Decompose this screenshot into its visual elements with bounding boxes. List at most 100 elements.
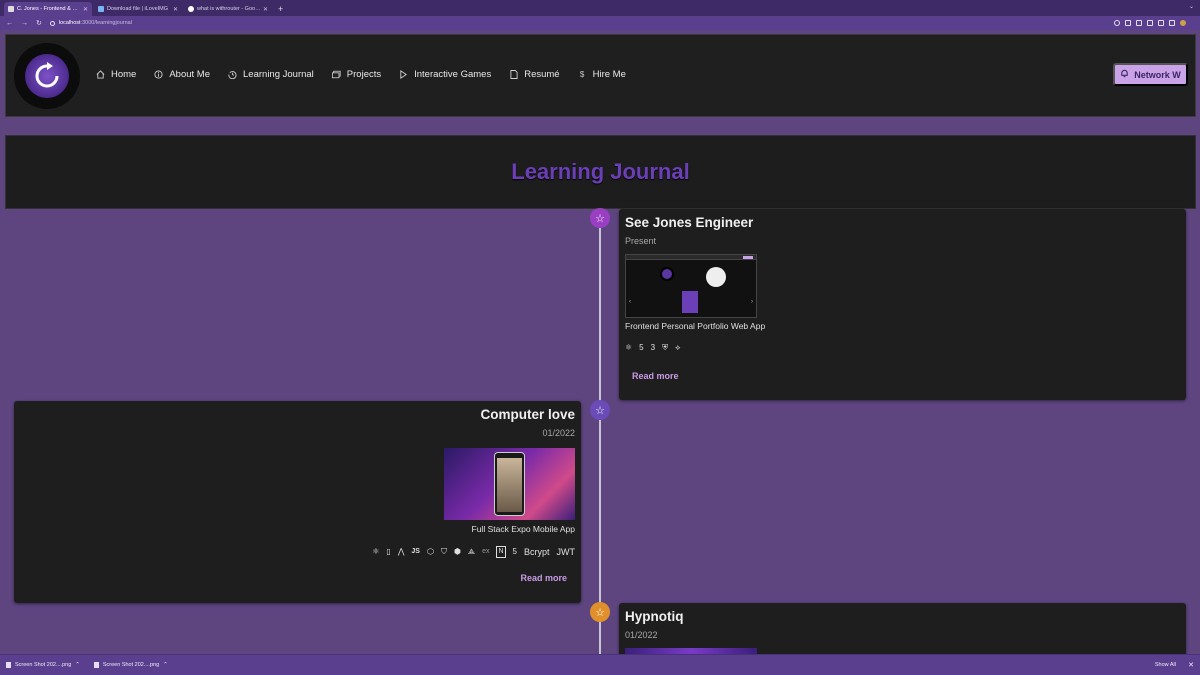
nav-label: Home xyxy=(111,69,137,80)
nav-projects[interactable]: Projects xyxy=(331,69,382,80)
card-title: See Jones Engineer xyxy=(625,215,754,230)
nav-hire-me[interactable]: $ Hire Me xyxy=(578,69,626,80)
timeline-dot-star-icon: ☆ xyxy=(590,400,610,420)
card-header: See Jones Engineer Present xyxy=(625,215,753,246)
network-button-label: Network W xyxy=(1134,69,1181,80)
close-icon[interactable]: ✕ xyxy=(263,6,268,13)
read-more-button[interactable]: Read more xyxy=(520,573,567,583)
download-filename: Screen Shot 202....png xyxy=(15,662,72,668)
tab-title: what is withrouter - Google Se... xyxy=(197,6,261,12)
nav-learning-journal[interactable]: Learning Journal xyxy=(228,69,314,80)
zoom-icon[interactable] xyxy=(1114,20,1120,26)
chevron-up-icon[interactable]: ⌃ xyxy=(163,662,168,668)
browser-tab-bar: C. Jones - Frontend & Fullstack ✕ Downlo… xyxy=(0,0,1200,16)
tech-bcrypt: Bcrypt xyxy=(523,547,550,557)
network-button[interactable]: Network W xyxy=(1113,63,1188,86)
card-description: Frontend Personal Portfolio Web App xyxy=(625,321,766,331)
timeline-card: Computer love 01/2022 Full Stack Expo Mo… xyxy=(14,401,581,603)
file-icon xyxy=(6,662,11,668)
nav-label: Projects xyxy=(346,69,382,80)
expo-icon: ⋀ xyxy=(397,547,405,556)
card-header: Hypnotiq 01/2022 xyxy=(625,609,684,640)
timeline-line xyxy=(599,209,601,654)
timeline-card: See Jones Engineer Present ‹ › Frontend … xyxy=(619,209,1186,400)
close-icon[interactable]: ✕ xyxy=(173,6,178,13)
browser-tab[interactable]: Download file | iLoveIMG ✕ xyxy=(94,2,182,16)
mobile-icon: ▯ xyxy=(386,547,391,556)
info-icon xyxy=(49,20,55,26)
bell-icon xyxy=(1120,69,1129,80)
address-bar[interactable]: localhost:3000/learningjournal xyxy=(49,18,1114,28)
react-icon: ⚛ xyxy=(625,343,633,352)
history-icon xyxy=(228,70,237,79)
chevron-up-icon[interactable]: ⌃ xyxy=(75,662,80,668)
favicon-icon xyxy=(8,6,14,12)
browser-tab[interactable]: C. Jones - Frontend & Fullstack ✕ xyxy=(4,2,92,16)
share-icon[interactable] xyxy=(1125,20,1131,26)
site-logo[interactable] xyxy=(14,43,80,109)
css3-icon: 3 xyxy=(650,343,656,352)
browser-tab[interactable]: what is withrouter - Google Se... ✕ xyxy=(184,2,272,16)
page-title: Learning Journal xyxy=(511,159,690,184)
menu-icon[interactable] xyxy=(1191,20,1194,26)
nav-label: Resumé xyxy=(524,69,560,80)
page-title-band: Learning Journal xyxy=(5,135,1196,209)
extension-icon[interactable] xyxy=(1158,20,1164,26)
reload-icon[interactable]: ↻ xyxy=(36,19,42,27)
javascript-icon: JS xyxy=(411,548,420,555)
document-icon xyxy=(509,70,518,79)
card-title: Computer love xyxy=(480,407,575,422)
nav-about[interactable]: About Me xyxy=(154,69,210,80)
chevron-down-icon[interactable]: ⌄ xyxy=(1189,3,1194,10)
card-date: Present xyxy=(625,236,657,246)
main-nav: Home About Me Learning Journal Projects … xyxy=(96,69,626,80)
nodejs-icon: ⬡ xyxy=(426,547,434,556)
download-filename: Screen Shot 202....png xyxy=(102,662,160,668)
nav-label: About Me xyxy=(169,69,211,80)
card-date: 01/2022 xyxy=(625,630,658,640)
favicon-icon xyxy=(188,6,194,12)
site-header: Home About Me Learning Journal Projects … xyxy=(5,34,1196,117)
tab-title: C. Jones - Frontend & Fullstack xyxy=(17,6,81,12)
tech-stack: ⚛ ▯ ⋀ JS ⬡ ⛉ ⬢ ⟁ ex N 5 Bcrypt JWT xyxy=(372,546,575,558)
nav-home[interactable]: Home xyxy=(96,69,136,80)
sidebar-icon[interactable] xyxy=(1169,20,1175,26)
extensions-icon[interactable] xyxy=(1147,20,1153,26)
read-more-button[interactable]: Read more xyxy=(632,371,679,381)
card-description: Full Stack Expo Mobile App xyxy=(471,524,575,534)
download-item[interactable]: Screen Shot 202....png ⌃ xyxy=(93,662,168,668)
back-icon[interactable]: ← xyxy=(6,20,13,27)
project-screenshot-image[interactable]: ‹ › xyxy=(625,254,757,318)
nav-label: Hire Me xyxy=(592,69,626,80)
info-icon xyxy=(154,70,163,79)
nav-label: Learning Journal xyxy=(243,69,314,80)
download-item[interactable]: Screen Shot 202....png ⌃ xyxy=(6,662,80,668)
tech-jwt: JWT xyxy=(556,547,576,557)
nav-interactive-games[interactable]: Interactive Games xyxy=(399,69,491,80)
tech-stack: ⚛ 5 3 ⛨ ⟡ xyxy=(625,343,680,353)
card-date: 01/2022 xyxy=(542,428,575,438)
timeline-dot-star-icon: ☆ xyxy=(590,602,610,622)
browser-toolbar: ← → ↻ localhost:3000/learningjournal xyxy=(0,16,1200,30)
git-icon: ⟡ xyxy=(675,343,681,352)
toolbar-icons xyxy=(1114,20,1194,26)
close-icon[interactable]: ✕ xyxy=(83,6,88,13)
close-icon[interactable]: ✕ xyxy=(1188,661,1194,669)
star-icon[interactable] xyxy=(1136,20,1142,26)
timeline-dot-star-icon: ☆ xyxy=(590,208,610,228)
forward-icon[interactable]: → xyxy=(21,20,28,27)
home-icon xyxy=(96,70,105,79)
play-icon xyxy=(399,70,408,79)
favicon-icon xyxy=(98,6,104,12)
express-icon: ex xyxy=(482,548,490,555)
project-screenshot-image[interactable] xyxy=(444,448,575,520)
url-host: localhost xyxy=(58,20,81,26)
new-tab-button[interactable]: + xyxy=(278,2,283,16)
html5-icon: 5 xyxy=(512,547,517,556)
nextjs-icon: N xyxy=(496,546,506,558)
profile-avatar[interactable] xyxy=(1180,20,1186,26)
file-icon xyxy=(93,662,99,668)
show-all-button[interactable]: Show All xyxy=(1155,662,1176,668)
nav-resume[interactable]: Resumé xyxy=(509,69,560,80)
url-path: :3000/learningjournal xyxy=(80,20,132,26)
